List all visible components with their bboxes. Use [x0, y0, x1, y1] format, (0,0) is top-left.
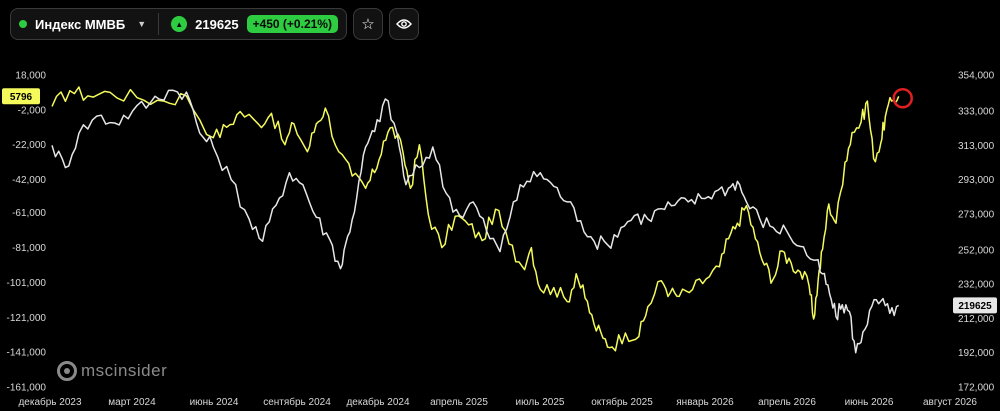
left-tick-label: -2,000	[18, 105, 47, 116]
x-tick-label: январь 2026	[676, 397, 734, 408]
x-tick-label: октябрь 2025	[591, 396, 653, 408]
x-tick-label: декабрь 2024	[346, 396, 410, 408]
left-tick-label: -81,000	[12, 243, 46, 254]
series-line-2	[51, 89, 900, 354]
logo-mark-icon	[57, 361, 77, 381]
left-tick-label: -42,000	[12, 175, 46, 186]
right-tick-label: 313,000	[958, 141, 995, 152]
x-tick-label: август 2026	[923, 397, 977, 408]
right-tick-label: 252,000	[958, 245, 995, 256]
x-tick-label: март 2024	[108, 397, 156, 408]
x-tick-label: сентябрь 2024	[263, 396, 331, 408]
left-tick-label: -101,000	[7, 278, 47, 289]
left-value-tag-text: 5796	[10, 92, 33, 103]
x-tick-label: апрель 2025	[430, 397, 488, 408]
left-tick-label: -161,000	[7, 383, 47, 394]
left-tick-label: -61,000	[12, 208, 46, 219]
value-tags: 5796 219625	[2, 88, 997, 314]
x-axis: декабрь 2023 март 2024 июнь 2024 сентябрь 2…	[18, 396, 977, 408]
right-tick-label: 232,000	[958, 280, 995, 291]
right-tick-label: 354,000	[958, 71, 995, 82]
highlight-circle	[892, 88, 913, 109]
watermark-logo: mscinsider	[57, 361, 167, 381]
left-tick-label: -22,000	[12, 140, 46, 151]
right-tick-label: 172,000	[958, 383, 995, 394]
left-axis: 18,000 -2,000 -22,000 -42,000 -61,000 -81,000…	[7, 71, 47, 394]
left-tick-label: 18,000	[15, 71, 46, 82]
right-tick-label: 293,000	[958, 175, 995, 186]
x-tick-label: июнь 2024	[190, 397, 239, 408]
x-tick-label: декабрь 2023	[18, 396, 82, 408]
right-tick-label: 273,000	[958, 209, 995, 220]
series-layer	[51, 86, 913, 354]
x-tick-label: июль 2025	[516, 397, 565, 408]
right-tick-label: 192,000	[958, 348, 995, 359]
right-tick-label: 333,000	[958, 107, 995, 118]
right-tick-label: 212,000	[958, 314, 995, 325]
x-tick-label: июнь 2026	[845, 397, 894, 408]
x-tick-label: апрель 2026	[758, 397, 816, 408]
right-value-tag-text: 219625	[958, 301, 992, 312]
left-tick-label: -141,000	[7, 348, 47, 359]
right-axis: 354,000 333,000 313,000 293,000 273,000 252,0…	[958, 71, 995, 394]
watermark-text: mscinsider	[81, 361, 168, 380]
left-tick-label: -121,000	[7, 313, 47, 324]
series-line-1	[51, 86, 900, 352]
chart[interactable]: 18,000 -2,000 -22,000 -42,000 -61,000 -81,000…	[0, 0, 1000, 411]
